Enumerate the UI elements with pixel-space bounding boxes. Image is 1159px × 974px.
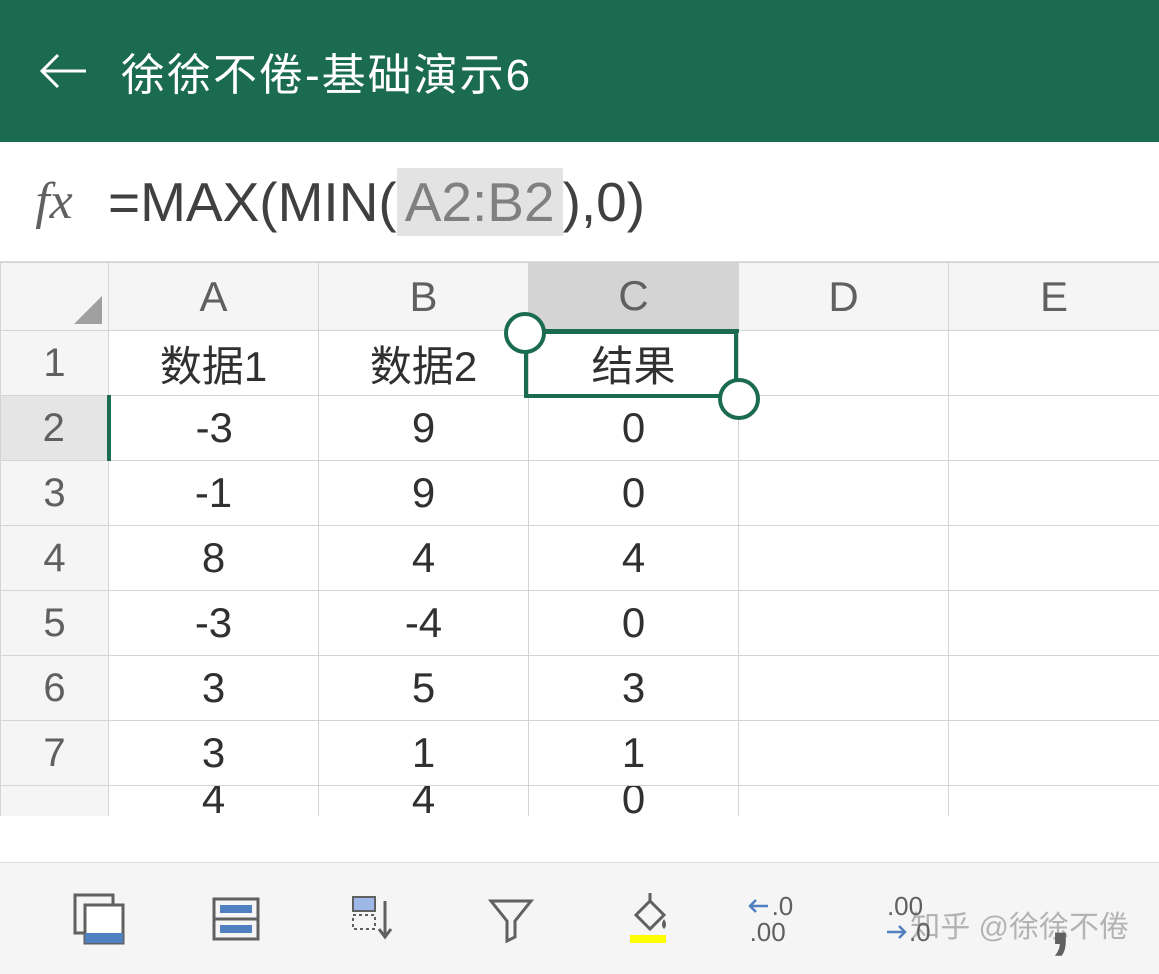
sheets-button[interactable] xyxy=(59,879,139,959)
cell-b4[interactable]: 4 xyxy=(319,526,529,591)
column-header-c[interactable]: C xyxy=(529,263,739,331)
cell-d8[interactable] xyxy=(739,786,949,816)
cell-e6[interactable] xyxy=(949,656,1159,721)
cell-e7[interactable] xyxy=(949,721,1159,786)
decrease-decimal-button[interactable]: .0 .00 xyxy=(746,879,826,959)
cell-c7[interactable]: 1 xyxy=(529,721,739,786)
cell-b3[interactable]: 9 xyxy=(319,461,529,526)
cell-e5[interactable] xyxy=(949,591,1159,656)
bottom-toolbar: .0 .00 .00 .0 , 知乎 @徐徐不倦 xyxy=(0,862,1159,974)
cell-e1[interactable] xyxy=(949,331,1159,396)
sheets-icon xyxy=(71,891,127,947)
back-button[interactable] xyxy=(35,43,91,99)
row-header-2[interactable]: 2 xyxy=(1,396,109,461)
column-header-e[interactable]: E xyxy=(949,263,1159,331)
right-arrow-icon xyxy=(883,923,909,941)
sort-button[interactable] xyxy=(333,879,413,959)
corner-triangle-icon xyxy=(74,296,102,324)
cell-e4[interactable] xyxy=(949,526,1159,591)
row-header-7[interactable]: 7 xyxy=(1,721,109,786)
table-row: 7 3 1 1 xyxy=(1,721,1159,786)
cell-d7[interactable] xyxy=(739,721,949,786)
cell-a5[interactable]: -3 xyxy=(109,591,319,656)
cell-c5[interactable]: 0 xyxy=(529,591,739,656)
table-row: 4 8 4 4 xyxy=(1,526,1159,591)
table-row: 3 -1 9 0 xyxy=(1,461,1159,526)
table-row: 4 4 0 xyxy=(1,786,1159,816)
cell-d2[interactable] xyxy=(739,396,949,461)
table-icon xyxy=(208,891,264,947)
cell-e2[interactable] xyxy=(949,396,1159,461)
row-header-3[interactable]: 3 xyxy=(1,461,109,526)
fx-label: fx xyxy=(0,172,108,231)
cell-a6[interactable]: 3 xyxy=(109,656,319,721)
cell-a7[interactable]: 3 xyxy=(109,721,319,786)
increase-decimal-button[interactable]: .00 .0 xyxy=(883,879,963,959)
thousands-separator-button[interactable]: , xyxy=(1020,879,1100,959)
left-arrow-icon xyxy=(746,897,772,915)
filter-button[interactable] xyxy=(471,879,551,959)
column-header-d[interactable]: D xyxy=(739,263,949,331)
cell-d3[interactable] xyxy=(739,461,949,526)
cell-a8[interactable]: 4 xyxy=(109,786,319,816)
selection-handle-bottom-right[interactable] xyxy=(718,378,760,420)
cell-b1[interactable]: 数据2 xyxy=(319,331,529,396)
document-title: 徐徐不倦-基础演示6 xyxy=(121,39,532,103)
fill-color-button[interactable] xyxy=(608,879,688,959)
cell-a3[interactable]: -1 xyxy=(109,461,319,526)
formula-text[interactable]: =MAX(MIN( A2:B2 ),0) xyxy=(108,168,645,236)
cell-a1[interactable]: 数据1 xyxy=(109,331,319,396)
spreadsheet-area[interactable]: A B C D E 1 数据1 数据2 结果 2 -3 9 0 xyxy=(0,262,1159,862)
table-row: 5 -3 -4 0 xyxy=(1,591,1159,656)
formula-bar[interactable]: fx =MAX(MIN( A2:B2 ),0) xyxy=(0,142,1159,262)
table-format-button[interactable] xyxy=(196,879,276,959)
cell-d1[interactable] xyxy=(739,331,949,396)
column-header-b[interactable]: B xyxy=(319,263,529,331)
formula-suffix: ),0) xyxy=(563,170,646,234)
column-header-a[interactable]: A xyxy=(109,263,319,331)
select-all-corner[interactable] xyxy=(1,263,109,331)
cell-c4[interactable]: 4 xyxy=(529,526,739,591)
row-header-1[interactable]: 1 xyxy=(1,331,109,396)
formula-range-highlight: A2:B2 xyxy=(397,168,563,236)
cell-a4[interactable]: 8 xyxy=(109,526,319,591)
cell-b8[interactable]: 4 xyxy=(319,786,529,816)
selection-handle-top-left[interactable] xyxy=(504,312,546,354)
cell-e3[interactable] xyxy=(949,461,1159,526)
row-header-8[interactable] xyxy=(1,786,109,816)
cell-c6[interactable]: 3 xyxy=(529,656,739,721)
cell-b5[interactable]: -4 xyxy=(319,591,529,656)
cell-c8[interactable]: 0 xyxy=(529,786,739,816)
sort-icon xyxy=(345,891,401,947)
spreadsheet-table: A B C D E 1 数据1 数据2 结果 2 -3 9 0 xyxy=(0,262,1159,816)
comma-icon: , xyxy=(1050,900,1071,938)
cell-d5[interactable] xyxy=(739,591,949,656)
back-arrow-icon xyxy=(38,51,88,91)
table-row: 2 -3 9 0 xyxy=(1,396,1159,461)
cell-e8[interactable] xyxy=(949,786,1159,816)
formula-prefix: =MAX(MIN( xyxy=(108,170,397,234)
cell-b6[interactable]: 5 xyxy=(319,656,529,721)
cell-a2[interactable]: -3 xyxy=(109,396,319,461)
filter-icon xyxy=(483,891,539,947)
cell-c3[interactable]: 0 xyxy=(529,461,739,526)
row-header-4[interactable]: 4 xyxy=(1,526,109,591)
cell-c2[interactable]: 0 xyxy=(529,396,739,461)
table-row: 1 数据1 数据2 结果 xyxy=(1,331,1159,396)
cell-b7[interactable]: 1 xyxy=(319,721,529,786)
cell-b2[interactable]: 9 xyxy=(319,396,529,461)
row-header-6[interactable]: 6 xyxy=(1,656,109,721)
cell-c1[interactable]: 结果 xyxy=(529,331,739,396)
app-header: 徐徐不倦-基础演示6 xyxy=(0,0,1159,142)
table-row: 6 3 5 3 xyxy=(1,656,1159,721)
cell-d6[interactable] xyxy=(739,656,949,721)
row-header-5[interactable]: 5 xyxy=(1,591,109,656)
cell-d4[interactable] xyxy=(739,526,949,591)
fill-bucket-icon xyxy=(620,891,676,947)
